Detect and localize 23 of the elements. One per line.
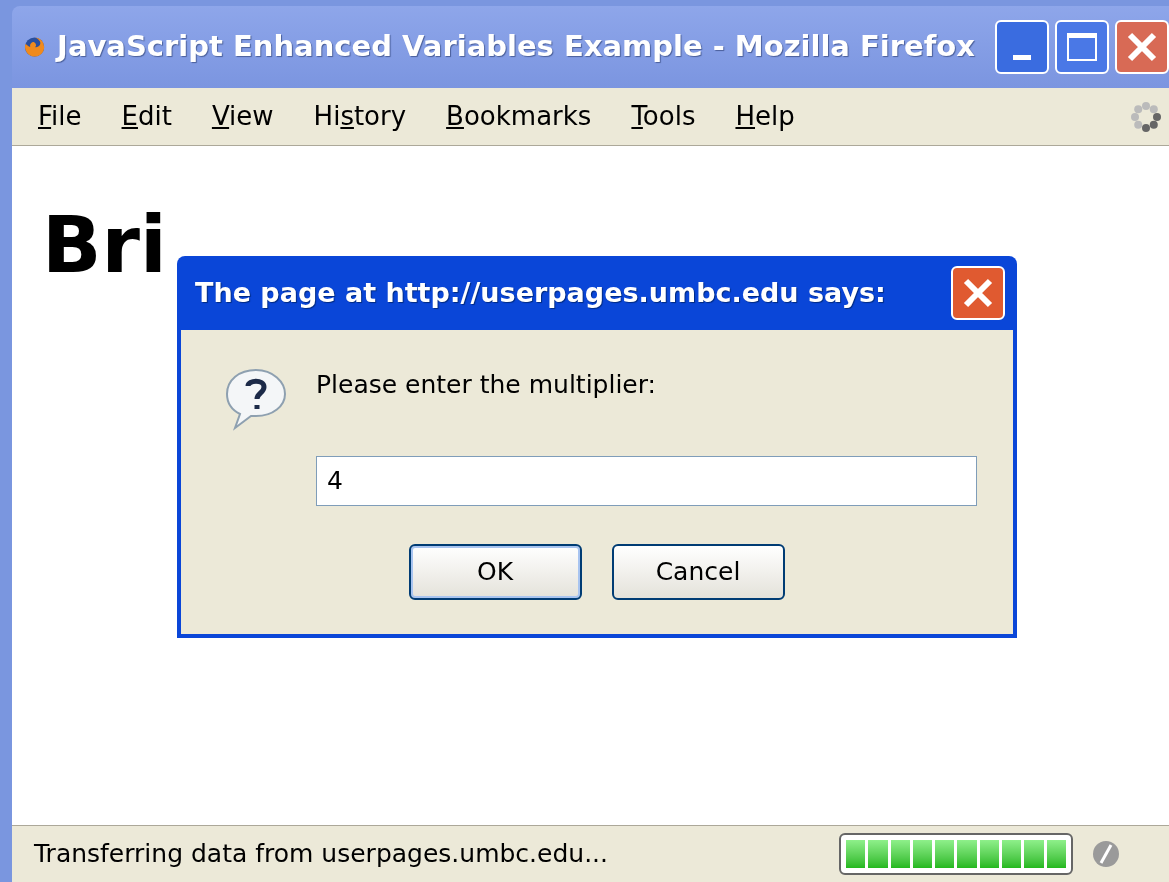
minimize-button[interactable] [995, 20, 1049, 74]
close-button[interactable] [1115, 20, 1169, 74]
status-text: Transferring data from userpages.umbc.edu... [34, 838, 609, 871]
maximize-button[interactable] [1055, 20, 1109, 74]
menu-item[interactable]: View [211, 97, 274, 136]
menu-item[interactable]: History [313, 97, 407, 136]
menu-item[interactable]: Tools [631, 97, 696, 136]
menu-item[interactable]: File [38, 97, 82, 136]
dialog-title: The page at http://userpages.umbc.edu says: [195, 275, 886, 310]
dialog-message: Please enter the multiplier: [316, 369, 657, 401]
window-title: JavaScript Enhanced Variables Example - Mozilla Firefox [57, 28, 975, 66]
close-icon [962, 277, 994, 309]
dialog-button[interactable]: Cancel [611, 543, 785, 600]
dialog-close-button[interactable] [951, 266, 1005, 320]
input-field[interactable]: 4 [316, 455, 977, 506]
close-icon [1126, 31, 1158, 63]
loading-throbber-icon [1129, 100, 1163, 134]
security-status-icon [1091, 839, 1121, 869]
page-heading: Bri [42, 206, 167, 284]
dialog-button[interactable]: OK [408, 543, 582, 600]
menu-item[interactable]: Help [735, 97, 795, 136]
menu-item[interactable]: Bookmarks [446, 97, 592, 136]
menu-item[interactable]: Edit [121, 97, 172, 136]
